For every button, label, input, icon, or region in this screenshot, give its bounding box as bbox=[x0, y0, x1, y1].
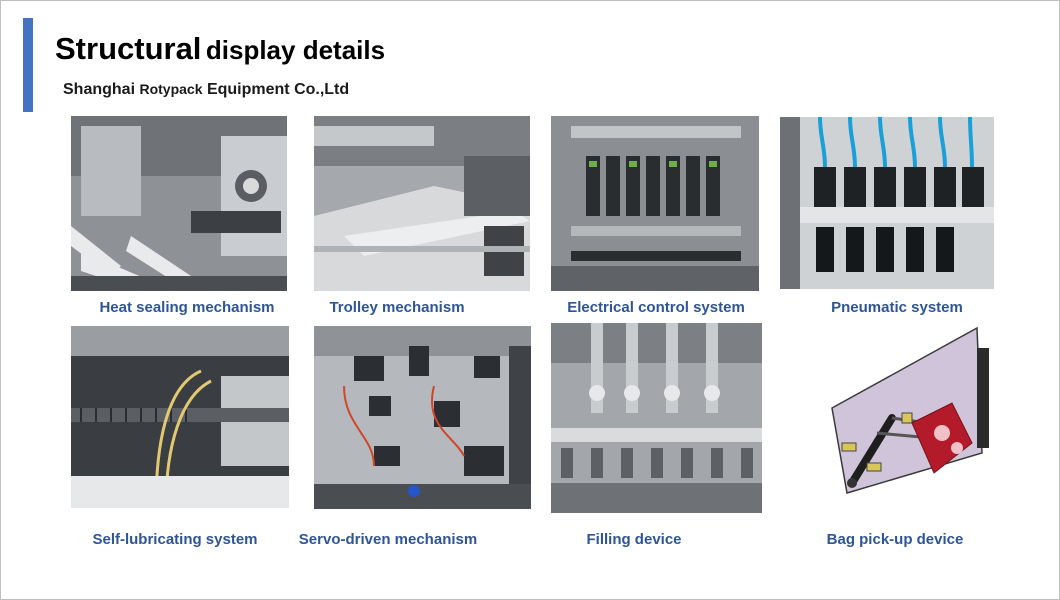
slide: Structural display details Shanghai Roty… bbox=[0, 0, 1060, 600]
bag-pick-up-illustration bbox=[812, 323, 995, 503]
caption-self-lubricating: Self-lubricating system bbox=[92, 531, 258, 548]
heat-sealing-photo bbox=[71, 116, 287, 291]
caption-filling-device: Filling device bbox=[586, 531, 682, 548]
trolley-photo bbox=[314, 116, 530, 291]
page-title: Structural display details bbox=[55, 31, 385, 67]
caption-electrical-control: Electrical control system bbox=[567, 299, 745, 316]
servo-driven-photo bbox=[314, 326, 531, 509]
title-accent-bar bbox=[23, 18, 33, 112]
company-name-part-3: Equipment Co.,Ltd bbox=[206, 81, 350, 98]
company-name-part-1: Shanghai bbox=[63, 81, 136, 98]
caption-bag-pick-up: Bag pick-up device bbox=[826, 531, 964, 548]
caption-heat-sealing: Heat sealing mechanism bbox=[99, 299, 275, 316]
filling-device-photo bbox=[551, 323, 762, 513]
electrical-control-photo bbox=[551, 116, 759, 291]
caption-servo-driven: Servo-driven mechanism bbox=[298, 531, 478, 548]
title-rest: display details bbox=[205, 35, 386, 65]
self-lubricating-photo bbox=[71, 326, 289, 508]
title-word: Structural bbox=[55, 31, 202, 66]
pneumatic-photo bbox=[780, 117, 994, 289]
company-name-part-2: Rotypack bbox=[139, 81, 203, 97]
caption-trolley: Trolley mechanism bbox=[329, 299, 465, 316]
caption-pneumatic: Pneumatic system bbox=[831, 299, 963, 316]
company-name: Shanghai Rotypack Equipment Co.,Ltd bbox=[63, 81, 349, 99]
